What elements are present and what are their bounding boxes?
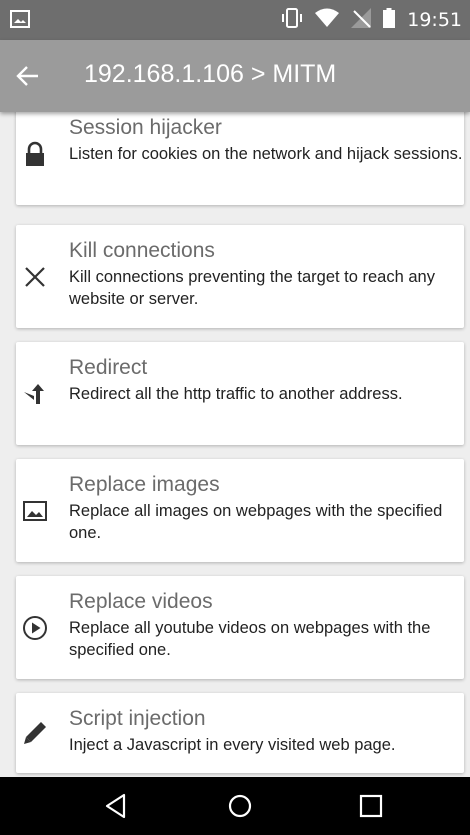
item-description: Replace all images on webpages with the … (69, 502, 443, 542)
item-description: Kill connections preventing the target t… (69, 268, 435, 308)
item-description: Listen for cookies on the network and hi… (69, 145, 463, 163)
no-sim-icon (351, 7, 372, 33)
page-title: 192.168.1.106 > MITM (84, 60, 337, 88)
item-description: Redirect all the http traffic to another… (69, 385, 403, 403)
home-circle-icon[interactable] (224, 791, 256, 821)
play-circle-icon (22, 615, 48, 641)
image-icon (22, 498, 48, 524)
vibrate-icon (281, 7, 303, 33)
back-triangle-icon[interactable] (101, 791, 133, 821)
pencil-icon (22, 720, 48, 746)
module-list[interactable]: Session hijacker Listen for cookies on t… (0, 112, 470, 777)
wifi-icon (315, 8, 340, 33)
item-title: Redirect (69, 356, 148, 379)
navigation-bar (0, 777, 470, 835)
list-item-replace-videos[interactable]: Replace videos Replace all youtube video… (16, 576, 464, 679)
image-notification-icon (10, 10, 30, 33)
close-icon (22, 264, 48, 290)
item-description: Inject a Javascript in every visited web… (69, 736, 396, 754)
item-title: Replace images (69, 473, 220, 496)
list-item-redirect[interactable]: Redirect Redirect all the http traffic t… (16, 342, 464, 445)
list-item-kill-connections[interactable]: Kill connections Kill connections preven… (16, 225, 464, 328)
item-title: Script injection (69, 707, 206, 730)
item-title: Session hijacker (69, 116, 222, 139)
redirect-arrow-icon (22, 381, 48, 407)
status-bar: 19:51 (0, 0, 470, 40)
item-title: Kill connections (69, 239, 215, 262)
list-item-script-injection[interactable]: Script injection Inject a Javascript in … (16, 693, 464, 773)
list-item-replace-images[interactable]: Replace images Replace all images on web… (16, 459, 464, 562)
status-time: 19:51 (407, 9, 462, 31)
recents-square-icon[interactable] (355, 791, 387, 821)
item-title: Replace videos (69, 590, 213, 613)
app-bar: 192.168.1.106 > MITM (0, 40, 470, 112)
list-item-session-hijacker[interactable]: Session hijacker Listen for cookies on t… (16, 112, 464, 205)
item-description: Replace all youtube videos on webpages w… (69, 619, 431, 659)
battery-icon (383, 7, 396, 33)
arrow-back-icon[interactable] (14, 62, 42, 90)
lock-icon (22, 141, 48, 167)
